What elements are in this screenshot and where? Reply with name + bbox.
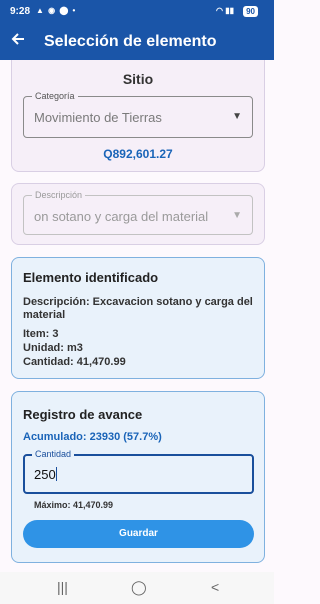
dropdown-arrow-icon: ▼: [232, 210, 242, 221]
sitio-price: Q892,601.27: [103, 147, 173, 161]
descripcion-dropdown[interactable]: Descripción on sotano y carga del materi…: [23, 190, 253, 235]
cantidad-value: 250: [34, 467, 56, 482]
elemento-unidad: Unidad: m3: [23, 342, 83, 354]
system-nav-bar: ||| ◯ <: [0, 572, 274, 604]
nav-back-button[interactable]: <: [211, 579, 219, 595]
categoria-dropdown[interactable]: Categoría Movimiento de Tierras ▼: [23, 91, 253, 138]
elemento-cantidad: Cantidad: 41,470.99: [23, 356, 126, 368]
notification-icons: ▲ ◉ ⬤ •: [36, 6, 77, 15]
avance-card: Registro de avance Acumulado: 23930 (57.…: [11, 391, 265, 563]
categoria-value: Movimiento de Tierras: [34, 110, 162, 125]
scroll-content[interactable]: Sitio Categoría Movimiento de Tierras ▼ …: [0, 60, 274, 572]
cantidad-input[interactable]: Cantidad 250: [23, 449, 254, 494]
guardar-button[interactable]: Guardar: [23, 520, 254, 548]
elemento-descripcion: Descripción: Excavacion sotano y carga d…: [23, 296, 253, 321]
signal-icons: ◠ ▮▮: [215, 6, 234, 15]
home-button[interactable]: ◯: [131, 579, 147, 596]
sitio-title: Sitio: [122, 71, 154, 87]
sitio-card: Sitio Categoría Movimiento de Tierras ▼ …: [11, 60, 265, 172]
cantidad-label: Cantidad: [32, 449, 75, 459]
app-bar: Selección de elemento: [0, 24, 274, 60]
descripcion-card: Descripción on sotano y carga del materi…: [11, 183, 265, 245]
text-cursor: [55, 467, 57, 481]
categoria-label: Categoría: [32, 91, 78, 101]
elemento-card: Elemento identificado Descripción: Excav…: [11, 257, 265, 379]
battery-icon: 90: [243, 6, 258, 17]
elemento-title: Elemento identificado: [23, 270, 159, 285]
elemento-item: Item: 3: [23, 328, 59, 340]
avance-title: Registro de avance: [23, 407, 143, 422]
page-title: Selección de elemento: [44, 33, 217, 50]
arrow-left-icon[interactable]: [10, 31, 26, 51]
cantidad-input-value: 250: [34, 467, 57, 482]
maximo-text: Máximo: 41,470.99: [34, 500, 114, 510]
descripcion-label: Descripción: [32, 190, 86, 200]
recents-button[interactable]: |||: [57, 579, 68, 595]
status-bar: 9:28 ▲ ◉ ⬤ • ◠ ▮▮ 90: [0, 0, 274, 24]
acumulado-text: Acumulado: 23930 (57.7%): [23, 431, 162, 443]
descripcion-value: on sotano y carga del material: [34, 209, 209, 224]
dropdown-arrow-icon: ▼: [232, 111, 242, 122]
status-time: 9:28: [10, 6, 31, 17]
